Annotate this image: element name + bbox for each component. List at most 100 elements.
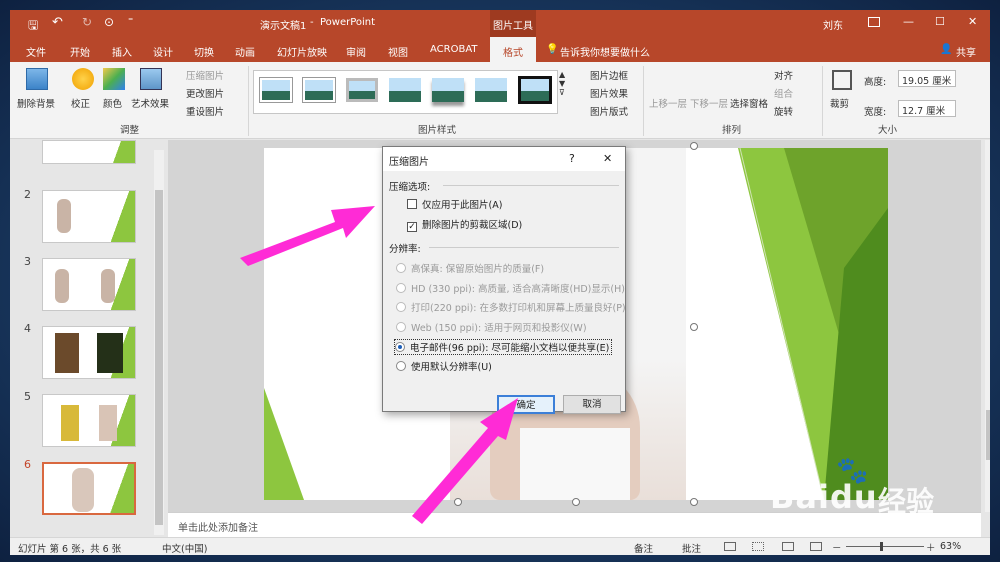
remove-background-button[interactable]: 删除背景 <box>17 96 55 110</box>
zoom-slider[interactable] <box>846 542 924 551</box>
picture-border-button[interactable]: 图片边框 <box>590 68 628 82</box>
radio-button[interactable] <box>396 361 406 371</box>
picture-layout-button[interactable]: 图片版式 <box>590 104 628 118</box>
crop-icon[interactable] <box>832 70 852 90</box>
zoom-out-button[interactable]: － <box>832 540 842 554</box>
resize-handle[interactable] <box>690 498 698 506</box>
editor-scrollbar[interactable] <box>985 140 990 512</box>
help-button[interactable]: ? <box>569 152 575 165</box>
style-preview-7[interactable] <box>518 76 552 104</box>
style-preview-6[interactable] <box>475 78 507 102</box>
slide-thumbnail-selected[interactable] <box>42 462 136 515</box>
artistic-effects-icon[interactable] <box>140 68 162 90</box>
resize-handle[interactable] <box>454 498 462 506</box>
change-picture-button[interactable]: 更改图片 <box>186 86 224 100</box>
style-preview-3[interactable] <box>346 78 378 102</box>
notes-button[interactable]: 备注 <box>634 541 653 555</box>
style-preview-5[interactable] <box>432 78 464 102</box>
rotate-button[interactable]: 旋转 <box>774 104 793 118</box>
tab-design[interactable]: 设计 <box>153 44 173 59</box>
resolution-option-default[interactable]: 使用默认分辨率(U) <box>396 359 492 373</box>
crop-button[interactable]: 裁剪 <box>830 96 849 110</box>
tab-insert[interactable]: 插入 <box>112 44 132 59</box>
resolution-option-email[interactable]: 电子邮件(96 ppi): 尽可能缩小文档以便共享(E) <box>394 339 613 355</box>
notes-placeholder[interactable]: 单击此处添加备注 <box>178 519 258 534</box>
ok-button[interactable]: 确定 <box>497 395 555 414</box>
color-button[interactable]: 颜色 <box>103 96 122 110</box>
corrections-icon[interactable] <box>72 68 94 90</box>
tab-file[interactable]: 文件 <box>26 44 46 59</box>
slideshow-icon[interactable] <box>810 542 822 551</box>
group-button[interactable]: 组合 <box>774 86 793 100</box>
present-icon[interactable]: ⊙ <box>104 15 114 29</box>
checkbox-unchecked[interactable] <box>407 199 417 209</box>
customize-qat-icon[interactable]: ⁼ <box>128 16 133 27</box>
tab-view[interactable]: 视图 <box>388 44 408 59</box>
radio-button-selected[interactable] <box>395 342 405 352</box>
reset-picture-button[interactable]: 重设图片 <box>186 104 224 118</box>
undo-icon[interactable]: ↶ <box>52 15 63 30</box>
style-preview-4[interactable] <box>389 78 421 102</box>
tab-review[interactable]: 审阅 <box>346 44 366 59</box>
zoom-in-button[interactable]: ＋ <box>926 540 936 554</box>
resize-handle[interactable] <box>690 323 698 331</box>
slide-thumbnail[interactable] <box>42 190 136 243</box>
maximize-button[interactable]: ☐ <box>935 15 945 28</box>
artistic-effects-button[interactable]: 艺术效果 <box>131 96 169 110</box>
slide-thumbnail[interactable] <box>42 394 136 447</box>
normal-view-icon[interactable] <box>724 542 736 551</box>
resolution-option-print[interactable]: 打印(220 ppi): 在多数打印机和屏幕上质量良好(P) <box>396 300 626 314</box>
picture-effects-button[interactable]: 图片效果 <box>590 86 628 100</box>
tell-me-box[interactable]: 告诉我你想要做什么 <box>560 44 650 59</box>
ribbon-display-icon[interactable] <box>868 17 880 27</box>
comments-button[interactable]: 批注 <box>682 541 701 555</box>
style-preview-2[interactable] <box>303 78 335 102</box>
radio-button[interactable] <box>396 263 406 273</box>
slide-thumbnail[interactable] <box>42 258 136 311</box>
align-button[interactable]: 对齐 <box>774 68 793 82</box>
radio-button[interactable] <box>396 283 406 293</box>
cancel-button[interactable]: 取消 <box>563 395 621 414</box>
resolution-option-web[interactable]: Web (150 ppi): 适用于网页和投影仪(W) <box>396 320 587 334</box>
checkbox-checked[interactable]: ✓ <box>407 222 417 232</box>
close-button[interactable]: ✕ <box>968 15 977 28</box>
tab-home[interactable]: 开始 <box>70 44 90 59</box>
redo-icon[interactable]: ↻ <box>82 15 92 29</box>
gallery-scroll-icon[interactable]: ▲ ▼ ⊽ <box>559 70 565 97</box>
corrections-button[interactable]: 校正 <box>71 96 90 110</box>
tab-format[interactable]: 格式 <box>490 37 536 62</box>
reading-view-icon[interactable] <box>782 542 794 551</box>
color-icon[interactable] <box>103 68 125 90</box>
delete-crop-checkbox[interactable]: ✓ 删除图片的剪裁区域(D) <box>407 217 522 232</box>
dialog-close-button[interactable]: ✕ <box>603 152 612 165</box>
tab-transitions[interactable]: 切换 <box>194 44 214 59</box>
style-preview-1[interactable] <box>260 78 292 102</box>
bring-forward-button[interactable]: 上移一层 <box>649 96 687 110</box>
resize-handle[interactable] <box>690 142 698 150</box>
language-indicator[interactable]: 中文(中国) <box>162 541 207 555</box>
radio-button[interactable] <box>396 302 406 312</box>
selection-pane-button[interactable]: 选择窗格 <box>730 96 768 110</box>
thumbnails-scrollbar[interactable] <box>154 150 164 535</box>
minimize-button[interactable]: — <box>903 15 914 28</box>
tab-slideshow[interactable]: 幻灯片放映 <box>277 44 327 59</box>
radio-button[interactable] <box>396 322 406 332</box>
save-icon[interactable]: 🖫 <box>28 16 38 37</box>
slide-thumbnail[interactable] <box>42 140 136 164</box>
user-name[interactable]: 刘东 <box>823 17 843 32</box>
send-backward-button[interactable]: 下移一层 <box>690 96 728 110</box>
share-button[interactable]: 共享 <box>956 44 976 59</box>
height-input[interactable]: 19.05 厘米 <box>898 70 956 87</box>
apply-only-checkbox[interactable]: 仅应用于此图片(A) <box>407 197 502 211</box>
width-input[interactable]: 12.7 厘米 <box>898 100 956 117</box>
resolution-option-high-fidelity[interactable]: 高保真: 保留原始图片的质量(F) <box>396 261 544 275</box>
slide-thumbnail[interactable] <box>42 326 136 379</box>
resize-handle[interactable] <box>572 498 580 506</box>
slide-sorter-icon[interactable] <box>752 542 764 551</box>
zoom-level[interactable]: 63% <box>940 541 961 552</box>
resolution-option-hd[interactable]: HD (330 ppi): 高质量, 适合高清晰度(HD)显示(H) <box>396 281 625 295</box>
tab-acrobat[interactable]: ACROBAT <box>430 44 478 55</box>
tab-animations[interactable]: 动画 <box>235 44 255 59</box>
remove-background-icon[interactable] <box>26 68 48 90</box>
compress-pictures-button[interactable]: 压缩图片 <box>186 68 224 82</box>
